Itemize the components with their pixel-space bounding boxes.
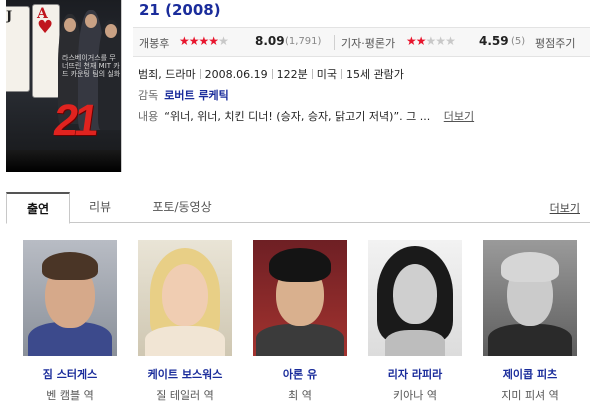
rating-divider: [334, 35, 335, 50]
cast-role: 지미 피셔 역: [501, 389, 559, 402]
star-filled-icon: ★: [208, 34, 219, 48]
runtime: 122분: [276, 68, 308, 81]
poster-title: 21: [50, 96, 99, 145]
synopsis-label: 내용: [138, 110, 159, 123]
star-filled-icon: ★: [415, 34, 427, 48]
synopsis-more-link[interactable]: 더보기: [444, 110, 474, 123]
rating-bar: 개봉후 ★★★★★ 8.09 (1,791) 기자·평론가 ★★★★★ 4.59…: [133, 27, 590, 57]
rate-button[interactable]: 평점주기: [535, 35, 575, 51]
critic-score: 4.59: [479, 34, 509, 48]
photo-hair: [42, 252, 98, 280]
movie-title[interactable]: 21 (2008): [139, 1, 221, 19]
photo-face: [162, 264, 208, 326]
cast-photo[interactable]: [138, 240, 232, 356]
cast-name[interactable]: 짐 스터게스: [23, 366, 117, 382]
synopsis-line: 내용 “위너, 위너, 치킨 디너! (승자, 승자, 닭고기 저녁)”. 그 .…: [138, 108, 474, 124]
star-empty-icon: ★: [445, 34, 456, 48]
tab-reviews[interactable]: 리뷰: [70, 192, 130, 223]
photo-hair: [269, 248, 331, 282]
cast-name[interactable]: 케이트 보스워스: [138, 366, 232, 382]
movie-poster[interactable]: J A ♥ 라스베이거스를 무너뜨린 천재 MIT 카드 카운팅 팀의 실화 21: [6, 0, 122, 172]
cast-role: 벤 캠블 역: [46, 389, 94, 402]
star-empty-icon: ★: [425, 34, 437, 48]
age-rating: 15세 관람가: [345, 68, 404, 81]
cast-photo[interactable]: [483, 240, 577, 356]
tab-cast[interactable]: 출연: [6, 192, 70, 224]
tab-bar: 출연 리뷰 포토/동영상 더보기: [6, 192, 590, 224]
audience-rating-label: 개봉후: [139, 37, 170, 50]
tab-more-link[interactable]: 더보기: [550, 200, 580, 216]
photo-shoulders: [256, 324, 344, 356]
cast-card[interactable]: 리자 라피라 키아나 역: [368, 240, 462, 403]
release-date: 2008.06.19: [204, 68, 268, 81]
country: 미국: [316, 68, 337, 81]
director-line: 감독 로버트 루케틱: [138, 87, 229, 103]
divider: [340, 69, 342, 79]
poster-tagline: 라스베이거스를 무너뜨린 천재 MIT 카드 카운팅 팀의 실화: [62, 54, 121, 78]
cast-card[interactable]: 케이트 보스워스 질 테일러 역: [138, 240, 232, 403]
cast-photo[interactable]: [368, 240, 462, 356]
cast-card[interactable]: 짐 스터게스 벤 캠블 역: [23, 240, 117, 403]
critic-rating-label: 기자·평론가: [341, 37, 396, 50]
star-filled-icon: ★: [198, 34, 210, 48]
critic-star-rating: ★★★★★: [406, 34, 456, 48]
audience-vote-count: (1,791): [285, 36, 322, 47]
star-filled-icon: ★: [188, 34, 200, 48]
movie-meta: 범죄, 드라마 2008.06.19 122분 미국 15세 관람가: [138, 66, 404, 82]
star-filled-icon: ★: [406, 34, 417, 48]
photo-hair: [501, 252, 559, 282]
star-filled-icon: ★: [179, 34, 190, 48]
cast-card[interactable]: 제이콥 피츠 지미 피셔 역: [483, 240, 577, 403]
poster-playing-card-ace: A ♥: [32, 4, 60, 98]
cast-role: 키아나 역: [393, 389, 437, 402]
cast-card[interactable]: 아론 유 최 역: [253, 240, 347, 403]
synopsis-text: “위너, 위너, 치킨 디너! (승자, 승자, 닭고기 저녁)”. 그 ...: [164, 110, 431, 123]
cast-name[interactable]: 제이콥 피츠: [483, 366, 577, 382]
director-link[interactable]: 로버트 루케틱: [164, 89, 229, 102]
tab-photos-videos[interactable]: 포토/동영상: [130, 192, 234, 223]
star-empty-icon: ★: [435, 34, 446, 48]
cast-name[interactable]: 아론 유: [253, 366, 347, 382]
genre: 범죄, 드라마: [138, 68, 196, 81]
audience-star-rating: ★★★★★: [179, 34, 229, 48]
photo-shoulders: [385, 330, 445, 356]
photo-shoulders: [488, 324, 572, 356]
poster-playing-card-left: J: [6, 6, 30, 92]
cast-photo[interactable]: [253, 240, 347, 356]
poster-face: [85, 14, 97, 28]
critic-vote-count: (5): [511, 36, 526, 47]
divider: [271, 69, 273, 79]
poster-footer: [6, 150, 121, 172]
divider: [311, 69, 313, 79]
cast-name[interactable]: 리자 라피라: [368, 366, 462, 382]
photo-face: [393, 264, 437, 324]
director-label: 감독: [138, 89, 159, 102]
poster-face: [64, 18, 76, 32]
cast-role: 최 역: [288, 389, 312, 402]
audience-score: 8.09: [255, 34, 285, 48]
poster-face: [105, 24, 117, 38]
divider: [199, 69, 201, 79]
cast-role: 질 테일러 역: [156, 389, 214, 402]
photo-shoulders: [145, 326, 225, 356]
cast-photo[interactable]: [23, 240, 117, 356]
star-empty-icon: ★: [218, 34, 229, 48]
